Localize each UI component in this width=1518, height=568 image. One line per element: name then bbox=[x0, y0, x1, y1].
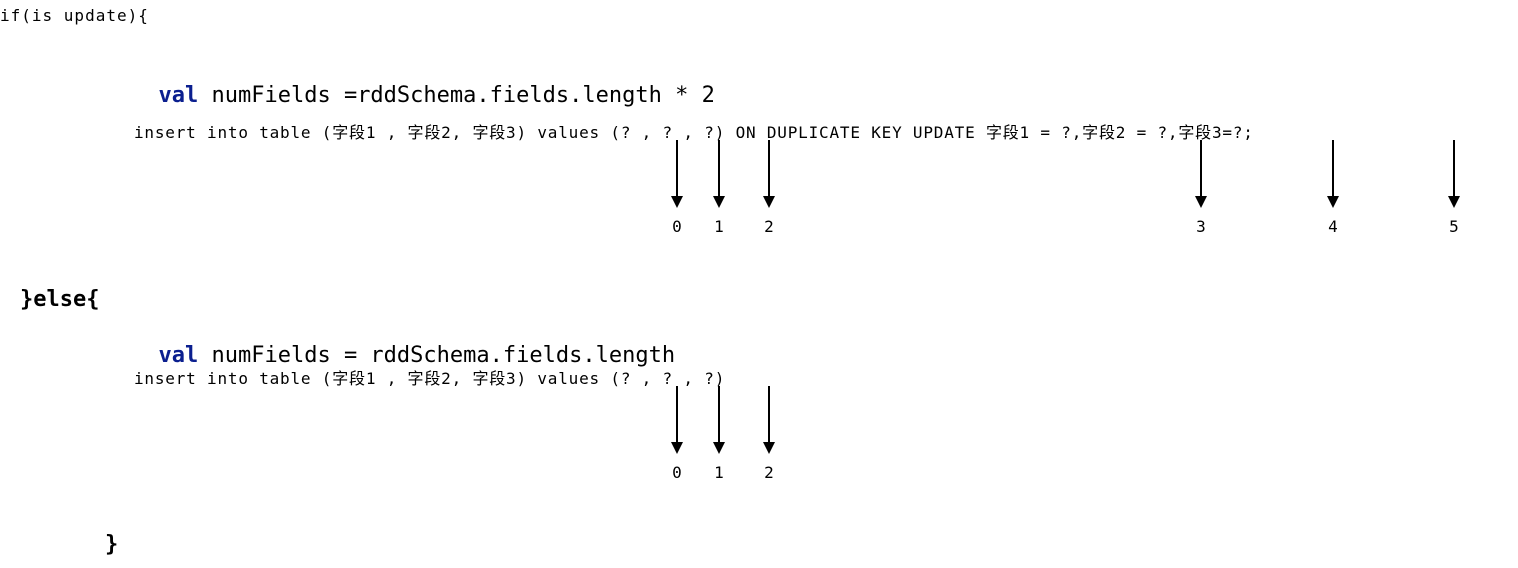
arrow-head-icon bbox=[671, 196, 683, 208]
arrow-head-icon bbox=[1327, 196, 1339, 208]
arrow-head-icon bbox=[671, 442, 683, 454]
arrow-index-label: 0 bbox=[672, 217, 682, 236]
arrow-index-label: 1 bbox=[714, 463, 724, 482]
arrow-index-label: 5 bbox=[1449, 217, 1459, 236]
arrow-head-icon bbox=[713, 442, 725, 454]
arrow-head-icon bbox=[713, 196, 725, 208]
arrow-index-label: 2 bbox=[764, 463, 774, 482]
arrow-index-label: 2 bbox=[764, 217, 774, 236]
arrow-head-icon bbox=[763, 442, 775, 454]
arrow-head-icon bbox=[1448, 196, 1460, 208]
arrow-index-label: 0 bbox=[672, 463, 682, 482]
arrow-index-label: 4 bbox=[1328, 217, 1338, 236]
arrow-layer: 0 1 2 3 4 5 0 1 2 bbox=[0, 0, 1518, 568]
arrow-head-icon bbox=[1195, 196, 1207, 208]
arrow-index-label: 1 bbox=[714, 217, 724, 236]
arrow-head-icon bbox=[763, 196, 775, 208]
arrow-index-label: 3 bbox=[1196, 217, 1206, 236]
